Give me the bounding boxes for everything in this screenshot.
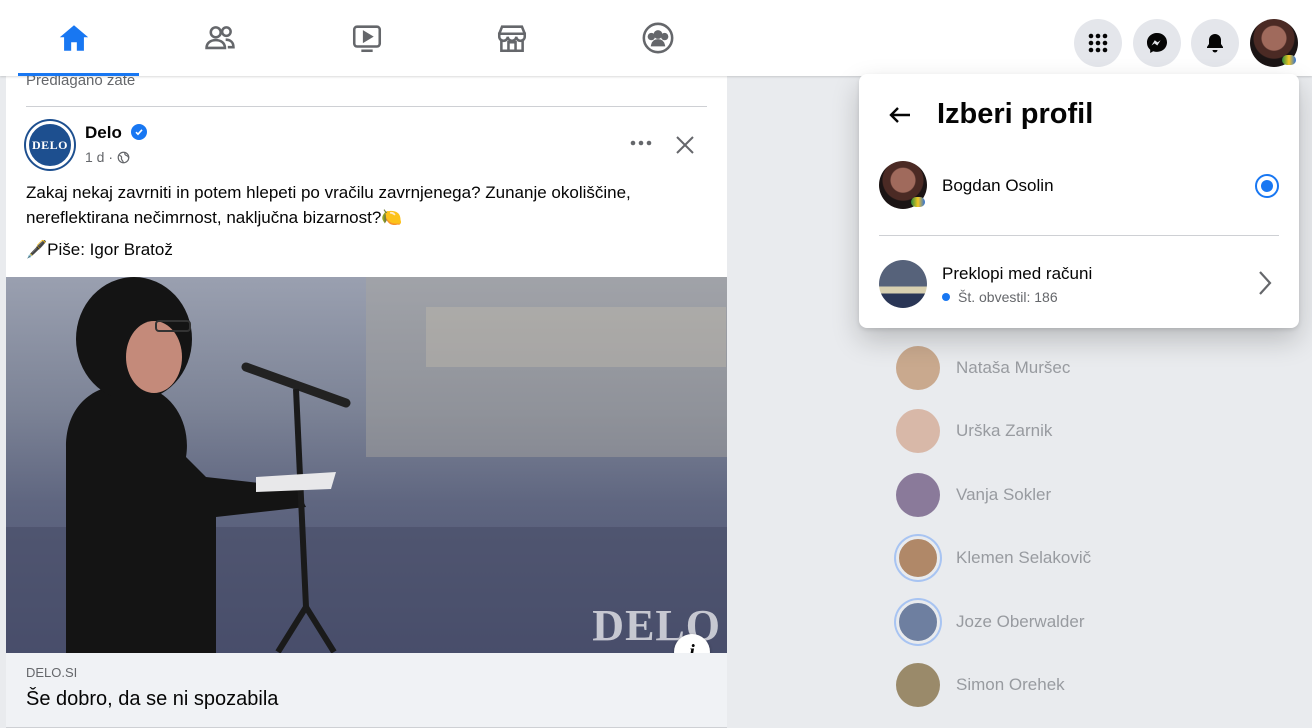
contact-name: Vanja Sokler [956, 485, 1052, 504]
contact-item[interactable]: Joze Oberwalder [896, 599, 1296, 645]
messenger-button[interactable] [1133, 19, 1181, 67]
avatar [896, 409, 940, 453]
verified-badge-icon [131, 124, 147, 140]
contact-item[interactable]: Urška Zarnik [896, 408, 1296, 454]
post-meta: 1 d · [85, 149, 130, 165]
switch-accounts-option[interactable]: Preklopi med računi Št. obvestil: 186 [879, 260, 1279, 310]
page-logo[interactable]: DELO [26, 121, 74, 169]
page-name-link[interactable]: Delo [85, 123, 122, 143]
more-dots-icon [630, 140, 652, 146]
tab-watch[interactable] [302, 0, 432, 76]
contact-item[interactable]: Vanja Sokler [896, 472, 1296, 518]
menu-grid-icon [1088, 33, 1108, 53]
back-button[interactable] [885, 100, 915, 130]
avatar [896, 663, 940, 707]
tab-groups[interactable] [593, 0, 723, 76]
globe-icon [117, 151, 130, 163]
chevron-right-icon [1253, 266, 1277, 300]
arrow-left-icon [889, 107, 910, 123]
contact-name: Urška Zarnik [956, 421, 1053, 440]
hide-post-button[interactable] [671, 131, 699, 159]
close-icon [676, 136, 694, 154]
notification-count: Št. obvestil: 186 [942, 289, 1058, 305]
unread-dot-icon [942, 293, 950, 301]
messenger-icon [1147, 33, 1167, 53]
divider [26, 106, 707, 107]
more-options-button[interactable] [626, 131, 656, 155]
home-icon [59, 25, 89, 51]
profile-radio-selected[interactable] [1255, 174, 1279, 198]
tab-home[interactable] [9, 0, 139, 76]
contact-item[interactable]: Simon Orehek [896, 662, 1296, 708]
contact-name: Klemen Selakovič [956, 548, 1092, 567]
avatar [896, 600, 940, 644]
watch-icon [352, 25, 382, 53]
post-image[interactable]: DELO [6, 277, 727, 653]
avatar [896, 536, 940, 580]
switch-accounts-label: Preklopi med računi [942, 264, 1093, 283]
feed-post: Predlagano zate DELO Delo 1 d · Zakaj ne… [6, 72, 727, 728]
profile-switcher-dropdown: Izberi profil Bogdan Osolin Preklopi med… [859, 74, 1299, 328]
avatar [879, 260, 927, 308]
account-avatar[interactable] [1250, 19, 1298, 67]
profile-option[interactable]: Bogdan Osolin [879, 161, 1279, 211]
contact-name: Nataša Muršec [956, 358, 1071, 377]
notification-count-text: Št. obvestil: 186 [958, 289, 1058, 305]
contact-name: Joze Oberwalder [956, 612, 1085, 631]
contact-item[interactable]: Klemen Selakovič [896, 535, 1296, 581]
profile-name: Bogdan Osolin [942, 176, 1054, 195]
contact-name: Simon Orehek [956, 675, 1065, 694]
link-preview[interactable]: DELO.SI Še dobro, da se ni spozabila [6, 653, 727, 728]
divider [879, 235, 1279, 236]
post-text: Zakaj nekaj zavrniti in potem hlepeti po… [26, 183, 631, 227]
marketplace-icon [497, 25, 527, 53]
groups-icon [642, 22, 674, 54]
tab-marketplace[interactable] [447, 0, 577, 76]
tab-friends[interactable] [155, 0, 285, 76]
menu-button[interactable] [1074, 19, 1122, 67]
page-logo-text: DELO [31, 137, 68, 152]
post-time[interactable]: 1 d · [85, 149, 113, 165]
dropdown-title: Izberi profil [937, 98, 1094, 130]
avatar [896, 346, 940, 390]
flag-badge-icon [911, 197, 925, 207]
notifications-bell-icon [1207, 34, 1223, 53]
link-domain: DELO.SI [26, 665, 78, 680]
top-navigation-bar [0, 0, 1312, 76]
flag-badge-icon [1282, 55, 1296, 65]
notifications-button[interactable] [1191, 19, 1239, 67]
contact-item[interactable]: Nataša Muršec [896, 345, 1296, 391]
avatar [896, 473, 940, 517]
friends-icon [205, 26, 235, 50]
avatar [879, 161, 927, 209]
speaker-photo [6, 277, 727, 653]
post-byline: 🖋️Piše: Igor Bratož [26, 240, 173, 259]
link-title: Še dobro, da se ni spozabila [26, 688, 279, 710]
